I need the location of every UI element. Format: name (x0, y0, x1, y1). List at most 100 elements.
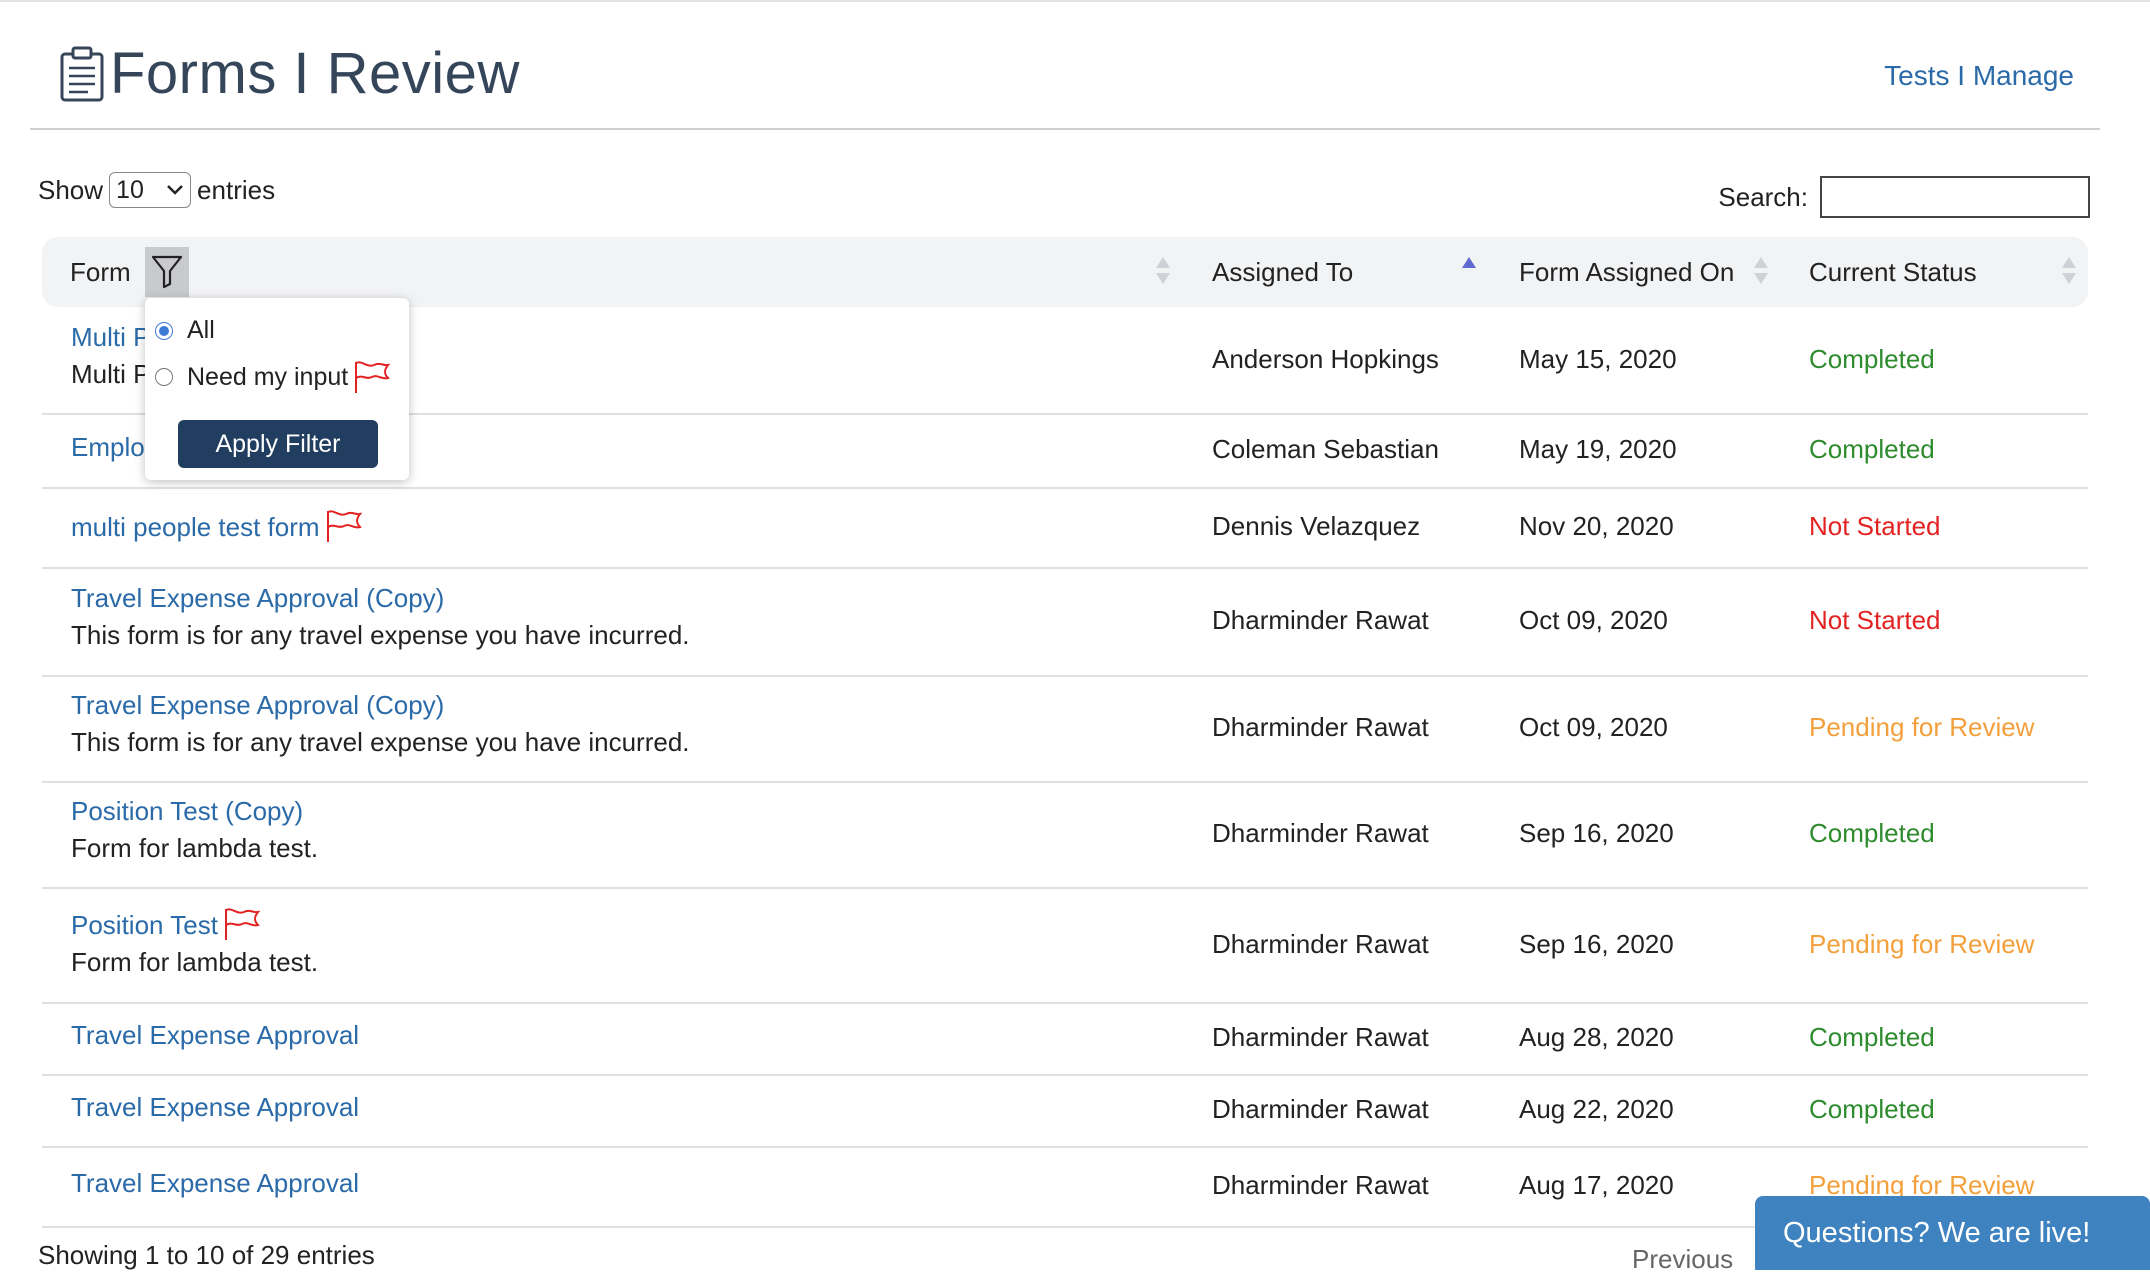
chevron-down-icon (167, 185, 183, 195)
red-flag-icon (224, 907, 260, 940)
form-name: Travel Expense Approval (Copy) (71, 690, 445, 720)
entries-info: Showing 1 to 10 of 29 entries (38, 1240, 375, 1270)
sort-icon-assigned-on[interactable] (1754, 257, 1768, 287)
assigned-date-cell: Sep 16, 2020 (1519, 928, 1674, 959)
sort-icon-form[interactable] (1156, 257, 1170, 287)
tests-i-manage-link[interactable]: Tests I Manage (1884, 60, 2074, 92)
form-name: Position Test (71, 909, 218, 940)
form-name: Travel Expense Approval (71, 1020, 360, 1050)
page-header: Forms I Review Tests I Manage (30, 30, 2100, 130)
show-label: Show (38, 174, 104, 205)
form-cell: Travel Expense Approval (71, 1168, 359, 1199)
column-header-assigned-on[interactable]: Form Assigned On (1519, 257, 1734, 288)
assigned-to-cell: Coleman Sebastian (1212, 434, 1439, 464)
form-cell: Travel Expense Approval (Copy) This form … (71, 690, 690, 758)
live-chat-button[interactable]: Questions? We are live! (1755, 1196, 2150, 1270)
entries-select[interactable]: 10 (109, 172, 192, 208)
column-header-form[interactable]: Form (70, 257, 131, 288)
form-description: This form is for any travel expense you … (71, 620, 690, 650)
entries-label: entries (197, 174, 276, 205)
assigned-date-cell: May 15, 2020 (1519, 344, 1677, 374)
status-cell: Completed (1809, 434, 1935, 464)
status-cell: Not Started (1809, 511, 1941, 541)
assigned-date-cell: Oct 09, 2020 (1519, 605, 1668, 635)
assigned-date-cell: Sep 16, 2020 (1519, 818, 1674, 848)
entries-length-control: Show 10 entries (38, 172, 275, 208)
table-row: Position Test Form for lambda test. Dharmi… (42, 887, 2088, 1004)
status-cell: Pending for Review (1809, 712, 2035, 742)
status-cell: Completed (1809, 344, 1935, 374)
form-name: Multi P (71, 322, 151, 352)
form-name-link[interactable]: multi people test form (71, 509, 362, 543)
form-cell: Travel Expense Approval (71, 1020, 359, 1051)
column-header-status[interactable]: Current Status (1809, 257, 1977, 288)
previous-page-button[interactable]: Previous (1632, 1244, 1733, 1275)
form-cell: Travel Expense Approval (71, 1092, 359, 1123)
form-name: Travel Expense Approval (71, 1092, 360, 1122)
assigned-to-cell: Dharminder Rawat (1212, 712, 1429, 742)
sort-icon-status[interactable] (2062, 257, 2076, 287)
form-name-link[interactable]: Multi P (71, 322, 150, 353)
form-name-link[interactable]: Travel Expense Approval (71, 1092, 359, 1123)
page-title: Forms I Review (110, 41, 520, 106)
table-row: Travel Expense Approval (Copy) This form … (42, 567, 2088, 677)
assigned-to-cell: Dharminder Rawat (1212, 1170, 1429, 1200)
assigned-date-cell: Nov 20, 2020 (1519, 511, 1674, 541)
assigned-to-cell: Dharminder Rawat (1212, 928, 1429, 959)
filter-option-all[interactable]: All (155, 316, 215, 345)
form-name: Travel Expense Approval (Copy) (71, 583, 445, 613)
column-header-assigned-to[interactable]: Assigned To (1212, 257, 1353, 288)
form-name: Travel Expense Approval (71, 1168, 360, 1198)
status-cell: Completed (1809, 1022, 1935, 1052)
entries-select-value: 10 (116, 175, 144, 204)
title-group: Forms I Review (58, 40, 520, 107)
assigned-to-cell: Dharminder Rawat (1212, 1094, 1429, 1124)
assigned-to-cell: Dharminder Rawat (1212, 605, 1429, 635)
form-cell: Position Test (Copy) Form for lambda test… (71, 796, 318, 864)
assigned-date-cell: May 19, 2020 (1519, 434, 1677, 464)
form-cell: multi people test form (71, 509, 362, 543)
form-name-link[interactable]: Travel Expense Approval (71, 1020, 359, 1051)
search-label: Search: (1718, 181, 1808, 212)
search-control: Search: (1718, 176, 2090, 218)
table-row: Position Test (Copy) Form for lambda test… (42, 781, 2088, 889)
form-name-link[interactable]: Travel Expense Approval (71, 1168, 359, 1199)
filter-option-need-my-input[interactable]: Need my input (155, 360, 391, 394)
filter-option-all-label: All (187, 316, 215, 344)
form-name-link[interactable]: Position Test (Copy) (71, 796, 303, 827)
form-cell: Position Test Form for lambda test. (71, 907, 318, 978)
form-name: multi people test form (71, 512, 320, 542)
form-description: Multi P (71, 359, 151, 389)
status-cell: Pending for Review (1809, 928, 2035, 959)
filter-popup: All Need my input Apply Filter (145, 298, 409, 480)
assigned-to-cell: Anderson Hopkings (1212, 344, 1439, 374)
assigned-to-cell: Dennis Velazquez (1212, 511, 1421, 541)
assigned-to-cell: Dharminder Rawat (1212, 1022, 1429, 1052)
search-input[interactable] (1820, 176, 2090, 218)
assigned-date-cell: Aug 17, 2020 (1519, 1170, 1674, 1200)
table-row: Travel Expense Approval (Copy) This form … (42, 675, 2088, 783)
table-header: Form Assigned To Form Assigned On Curren… (42, 237, 2088, 307)
filter-option-need-my-input-label: Need my input (187, 362, 349, 391)
assigned-date-cell: Aug 28, 2020 (1519, 1022, 1674, 1052)
clipboard-icon (60, 46, 104, 101)
radio-all[interactable] (155, 321, 173, 340)
form-description: This form is for any travel expense you … (71, 727, 690, 757)
sort-ascending-icon[interactable] (1462, 257, 1476, 287)
form-name-link[interactable]: Travel Expense Approval (Copy) (71, 583, 444, 614)
form-description: Form for lambda test. (71, 946, 319, 977)
status-cell: Completed (1809, 818, 1935, 848)
assigned-to-cell: Dharminder Rawat (1212, 818, 1429, 848)
apply-filter-button[interactable]: Apply Filter (178, 420, 378, 468)
form-description: Form for lambda test. (71, 833, 319, 863)
form-name-link[interactable]: Position Test (71, 907, 260, 941)
assigned-date-cell: Oct 09, 2020 (1519, 712, 1668, 742)
red-flag-icon (326, 510, 362, 542)
table-row: multi people test form Dennis Velazquez No… (42, 487, 2088, 569)
form-cell: Travel Expense Approval (Copy) This form … (71, 583, 690, 651)
form-name-link[interactable]: Travel Expense Approval (Copy) (71, 690, 444, 721)
radio-need-my-input[interactable] (155, 368, 173, 386)
top-border (0, 0, 2150, 2)
red-flag-icon (355, 361, 391, 393)
filter-button[interactable] (145, 247, 189, 297)
